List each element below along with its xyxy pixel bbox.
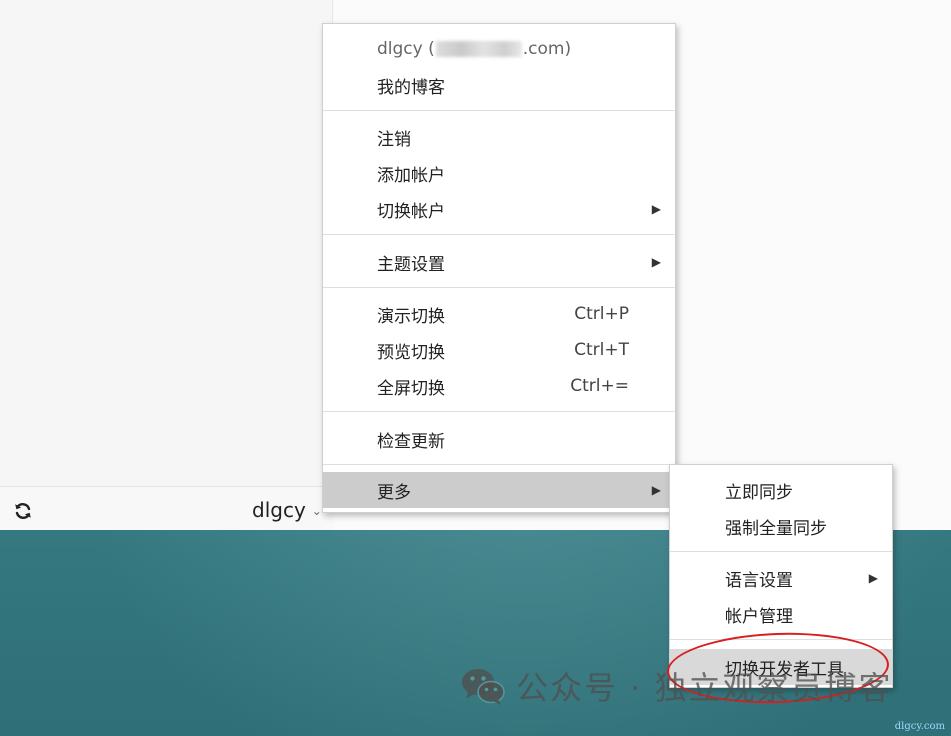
menu-account-email: dlgcy ( .com) (323, 32, 675, 66)
menu-item-toggle-devtools[interactable]: 切换开发者工具 (670, 649, 892, 685)
menu-item-add-account[interactable]: 添加帐户 (323, 156, 675, 190)
menu-item-fullscreen-toggle[interactable]: 全屏切换 Ctrl+= (323, 369, 675, 403)
menu-item-label: 语言设置 (725, 570, 793, 591)
menu-separator (670, 639, 892, 640)
menu-item-label: 帐户管理 (725, 606, 793, 627)
menu-shortcut: Ctrl+= (570, 376, 629, 396)
menu-separator (323, 234, 675, 235)
menu-separator (670, 551, 892, 552)
menu-item-label: 演示切换 (377, 306, 445, 327)
menu-item-theme-settings[interactable]: 主题设置 ▶ (323, 245, 675, 279)
menu-item-force-full-sync[interactable]: 强制全量同步 (670, 509, 892, 543)
menu-item-more[interactable]: 更多 ▶ (323, 472, 675, 508)
menu-item-label: 全屏切换 (377, 378, 445, 399)
menu-item-label: 我的博客 (377, 77, 445, 98)
email-suffix: .com) (522, 39, 572, 59)
menu-item-label: 预览切换 (377, 342, 445, 363)
more-submenu: 立即同步 强制全量同步 语言设置 ▶ 帐户管理 切换开发者工具 (669, 464, 893, 688)
menu-item-label: 切换帐户 (377, 201, 445, 222)
menu-item-label: 更多 (377, 482, 411, 503)
submenu-arrow-icon: ▶ (651, 483, 661, 497)
submenu-arrow-icon: ▶ (651, 255, 661, 269)
menu-separator (323, 411, 675, 412)
menu-item-label: 切换开发者工具 (725, 659, 844, 680)
sidebar-footer: dlgcy ⌄ (0, 486, 333, 530)
menu-item-logout[interactable]: 注销 (323, 120, 675, 154)
menu-item-label: 添加帐户 (377, 165, 445, 186)
menu-item-switch-account[interactable]: 切换帐户 ▶ (323, 192, 675, 226)
menu-item-sync-now[interactable]: 立即同步 (670, 473, 892, 507)
submenu-arrow-icon: ▶ (651, 202, 661, 216)
menu-separator (323, 110, 675, 111)
email-prefix: dlgcy ( (377, 39, 435, 59)
sync-button[interactable] (12, 500, 34, 522)
menu-item-label: 强制全量同步 (725, 518, 827, 539)
menu-item-language-settings[interactable]: 语言设置 ▶ (670, 561, 892, 595)
account-menu: dlgcy (.com) 我的博客 注销 添加帐户 切换帐户 ▶ 主题设置 ▶ … (322, 23, 676, 513)
sidebar-panel (0, 0, 333, 486)
menu-item-my-blog[interactable]: 我的博客 (323, 68, 675, 102)
menu-shortcut: Ctrl+T (574, 340, 629, 360)
account-name: dlgcy (252, 498, 306, 522)
menu-item-label: 立即同步 (725, 482, 793, 503)
menu-separator (323, 287, 675, 288)
menu-item-label: 注销 (377, 129, 411, 150)
menu-shortcut: Ctrl+P (574, 304, 629, 324)
submenu-arrow-icon: ▶ (868, 571, 878, 585)
chevron-down-icon: ⌄ (311, 504, 322, 518)
menu-item-presentation-toggle[interactable]: 演示切换 Ctrl+P (323, 297, 675, 331)
account-button[interactable]: dlgcy ⌄ (252, 497, 322, 523)
menu-item-check-update[interactable]: 检查更新 (323, 422, 675, 456)
refresh-icon (15, 503, 31, 519)
site-watermark: dlgcy.com (894, 721, 945, 732)
menu-item-preview-toggle[interactable]: 预览切换 Ctrl+T (323, 333, 675, 367)
redacted-email (435, 41, 522, 57)
menu-item-label: 主题设置 (377, 254, 445, 275)
menu-item-label: 检查更新 (377, 431, 445, 452)
menu-separator (323, 464, 675, 465)
menu-item-account-management[interactable]: 帐户管理 (670, 597, 892, 631)
